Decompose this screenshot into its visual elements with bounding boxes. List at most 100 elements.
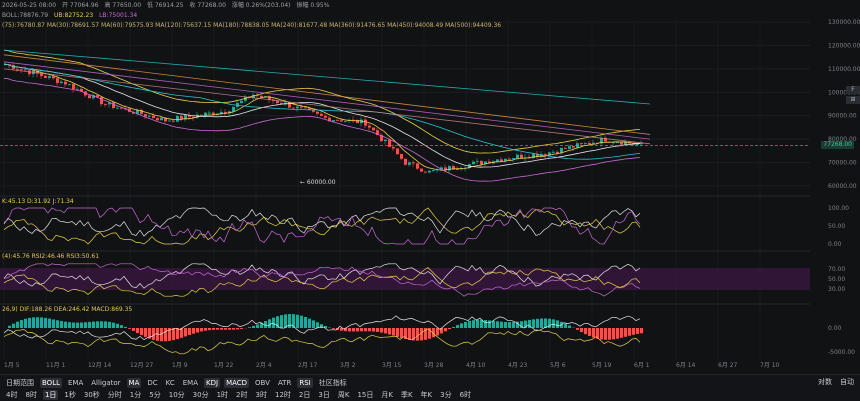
date-tick-label: 12月 14: [88, 362, 111, 369]
candle-body: [324, 116, 327, 118]
candle-body: [364, 120, 367, 126]
indicator-button-10[interactable]: OBV: [253, 378, 272, 388]
interval-button-16[interactable]: 周K: [336, 390, 352, 400]
macd-bar: [592, 328, 595, 338]
indicator-button-7[interactable]: EMA: [181, 378, 200, 388]
header-change: 涨幅 0.26%(203.04): [232, 2, 291, 9]
macd-bar: [608, 328, 611, 340]
interval-button-10[interactable]: 1时: [215, 390, 230, 400]
candle-body: [584, 143, 587, 144]
macd-bar: [504, 322, 507, 328]
macd-bar: [176, 328, 179, 339]
candle-body: [316, 112, 319, 114]
indicator-button-9[interactable]: MACD: [224, 378, 249, 388]
interval-button-13[interactable]: 12时: [273, 390, 293, 400]
kdj-line: [4, 208, 640, 244]
interval-button-9[interactable]: 30分: [191, 390, 211, 400]
candle-body: [68, 84, 71, 85]
macd-bar: [512, 322, 515, 328]
interval-button-18[interactable]: 月K: [379, 390, 395, 400]
candle-body: [400, 154, 403, 159]
interval-button-17[interactable]: 15日: [355, 390, 375, 400]
interval-button-2[interactable]: 1日: [43, 390, 58, 400]
interval-button-15[interactable]: 3日: [316, 390, 331, 400]
macd-line: [4, 329, 640, 354]
indicator-button-2[interactable]: EMA: [66, 378, 85, 388]
candle-body: [152, 116, 155, 118]
indicator-button-4[interactable]: MA: [127, 378, 142, 388]
macd-bar: [476, 320, 479, 328]
interval-button-14[interactable]: 2日: [297, 390, 312, 400]
macd-bar: [64, 322, 67, 328]
candle-body: [636, 144, 639, 145]
interval-button-20[interactable]: 年K: [419, 390, 435, 400]
interval-button-21[interactable]: 3分: [438, 390, 453, 400]
macd-bar: [112, 323, 115, 328]
macd-bar: [96, 321, 99, 328]
interval-button-7[interactable]: 5分: [147, 390, 162, 400]
macd-bar: [128, 328, 131, 329]
header-open: 开 77064.96: [62, 2, 99, 9]
interval-button-0[interactable]: 4时: [4, 390, 19, 400]
indicator-button-13[interactable]: 社区指标: [317, 378, 349, 388]
macd-bar: [352, 328, 355, 331]
macd-bar: [364, 328, 367, 331]
candle-body: [404, 159, 407, 165]
candle-body: [340, 120, 343, 121]
interval-button-19[interactable]: 季K: [399, 390, 415, 400]
macd-bar: [420, 328, 423, 340]
macd-bar: [536, 319, 539, 328]
macd-bar: [136, 328, 139, 333]
boll-header: BOLL:78876.79 UB:82752.23 LB:75001.34: [2, 12, 141, 20]
indicator-button-1[interactable]: BOLL: [40, 378, 62, 388]
interval-button-1[interactable]: 8时: [23, 390, 38, 400]
interval-button-6[interactable]: 1分: [128, 390, 143, 400]
date-tick-label: 6月 27: [718, 362, 738, 369]
macd-bar: [564, 324, 567, 328]
kdj-line: [4, 208, 640, 244]
ma-longterm-line: [4, 55, 650, 135]
candle-body: [372, 128, 375, 131]
date-tick-label: 1月 5: [4, 362, 20, 369]
side-button-b[interactable]: ⊞: [846, 96, 860, 104]
side-button-a[interactable]: F: [846, 86, 860, 94]
candle-body: [368, 126, 371, 128]
candle-body: [200, 115, 203, 116]
indicator-button-6[interactable]: KC: [164, 378, 177, 388]
candle-body: [392, 147, 395, 149]
macd-bar: [100, 321, 103, 328]
macd-bar: [256, 324, 259, 328]
interval-button-11[interactable]: 2时: [234, 390, 249, 400]
price-tick-label: 120000.00: [828, 42, 860, 49]
interval-button-12[interactable]: 3时: [254, 390, 269, 400]
indicator-button-8[interactable]: KDJ: [204, 378, 220, 388]
candle-body: [208, 113, 211, 114]
interval-button-5[interactable]: 分时: [106, 390, 124, 400]
indicator-button-3[interactable]: Alligator: [89, 378, 122, 388]
kdj-values: K:45.13 D:31.92 J:71.34: [2, 198, 74, 205]
candle-body: [100, 97, 103, 104]
scale-button-0[interactable]: 对数: [816, 377, 834, 387]
interval-button-3[interactable]: 1秒: [62, 390, 77, 400]
indicator-button-11[interactable]: ATR: [276, 378, 293, 388]
date-tick-label: 3月 15: [382, 362, 402, 369]
chart-canvas[interactable]: 130000.00120000.00110000.00100000.009000…: [0, 0, 860, 374]
candle-body: [156, 118, 159, 120]
macd-bar: [132, 328, 135, 331]
interval-button-4[interactable]: 30秒: [82, 390, 102, 400]
indicator-button-5[interactable]: DC: [145, 378, 159, 388]
macd-bar: [408, 328, 411, 340]
candle-body: [320, 114, 323, 116]
indicator-button-12[interactable]: RSI: [297, 378, 312, 388]
indicator-button-0[interactable]: 日期范围: [4, 378, 36, 388]
macd-bar: [144, 328, 147, 337]
indicator-bar: 日期范围 BOLL EMA Alligator MADC KC EMA KDJ MACD OBV A…: [4, 377, 349, 388]
macd-bar: [416, 328, 419, 341]
scale-button-1[interactable]: 自动: [838, 377, 856, 387]
candle-body: [292, 108, 295, 109]
macd-bar: [632, 328, 635, 335]
macd-bar: [232, 328, 235, 330]
interval-button-8[interactable]: 10分: [167, 390, 187, 400]
price-tick-label: 110000.00: [828, 66, 860, 73]
interval-button-22[interactable]: 6时: [458, 390, 473, 400]
